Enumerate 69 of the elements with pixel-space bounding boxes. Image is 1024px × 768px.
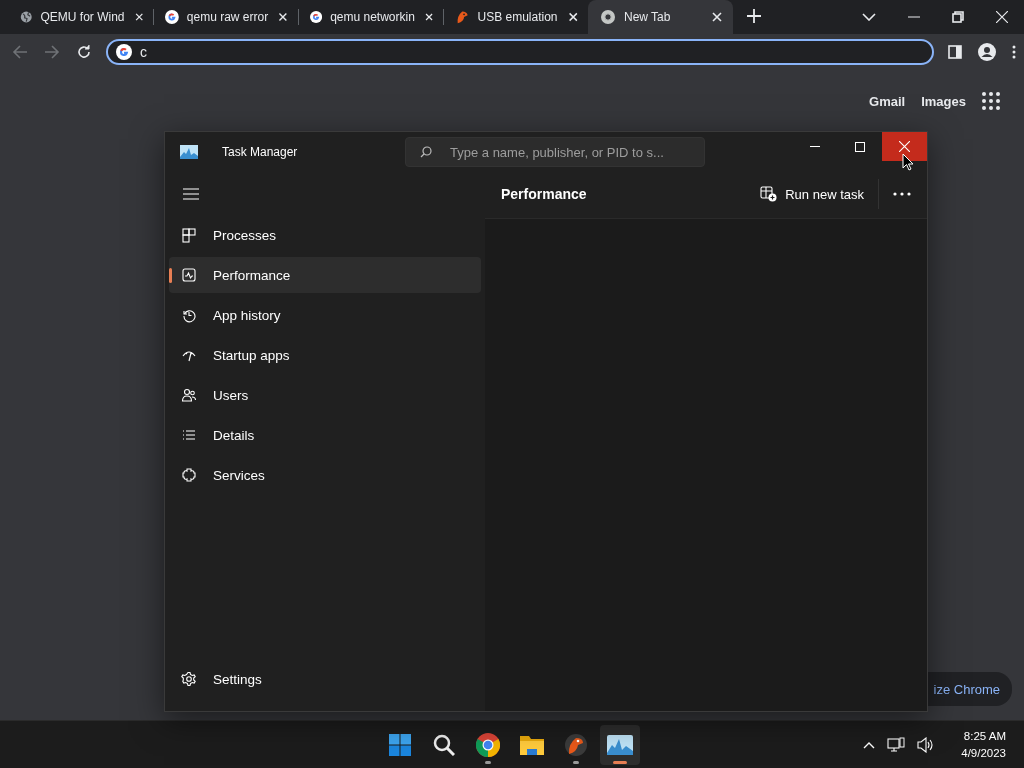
chrome-icon <box>476 732 500 757</box>
browser-tab[interactable]: USB emulation <box>443 0 588 34</box>
tab-title: qemu networkin <box>330 10 415 24</box>
tab-title: qemu raw error <box>186 10 269 24</box>
nav-item[interactable]: Performance <box>169 257 481 293</box>
nav-item[interactable]: Startup apps <box>169 337 481 373</box>
more-vertical-icon[interactable] <box>1012 45 1016 59</box>
volume-icon[interactable] <box>917 736 936 753</box>
new-tab-icon[interactable] <box>747 8 761 23</box>
nav-item[interactable]: Services <box>169 457 481 493</box>
reload-icon[interactable] <box>76 44 92 60</box>
maximize-icon[interactable] <box>854 141 865 152</box>
forward-icon[interactable] <box>44 44 60 60</box>
browser-tab[interactable]: New Tab <box>588 0 733 34</box>
list-icon <box>181 427 197 443</box>
search-icon <box>433 733 455 756</box>
header-link[interactable]: Gmail <box>869 93 906 109</box>
close-icon[interactable] <box>996 11 1008 23</box>
start-icon <box>389 733 411 756</box>
nav-item[interactable]: Processes <box>169 217 481 253</box>
taskbar-task-manager-button[interactable] <box>600 724 640 765</box>
close-icon <box>899 141 910 152</box>
settings-item[interactable]: Settings <box>169 661 481 697</box>
settings-icon <box>181 671 197 687</box>
close-button[interactable] <box>882 132 927 161</box>
search-field[interactable]: Type a name, publisher, or PID to s... <box>405 137 705 167</box>
search-icon <box>420 146 432 158</box>
side-panel-icon[interactable] <box>948 45 962 59</box>
processes-icon <box>181 227 197 243</box>
more-icon[interactable] <box>893 192 911 196</box>
task-manager-icon <box>607 734 633 755</box>
restore-icon[interactable] <box>952 11 964 23</box>
google-icon <box>310 9 323 25</box>
header-link[interactable]: Images <box>921 93 966 109</box>
apps-grid-icon[interactable] <box>982 92 1000 110</box>
browser-tab[interactable]: QEMU for Wind <box>8 0 153 34</box>
nav-item[interactable]: App history <box>169 297 481 333</box>
bird-icon <box>564 732 588 757</box>
browser-tab[interactable]: qemu raw error <box>153 0 298 34</box>
tab-title: QEMU for Wind <box>40 10 125 24</box>
run-new-task-button[interactable]: Run new task <box>754 182 870 206</box>
browser-tab[interactable]: qemu networkin <box>298 0 443 34</box>
network-icon[interactable] <box>887 736 906 753</box>
cursor-icon <box>902 153 914 171</box>
tab-title: New Tab <box>624 10 672 24</box>
bird-icon <box>455 9 470 25</box>
users-icon <box>181 387 197 403</box>
google-icon <box>116 44 132 60</box>
menu-icon[interactable] <box>183 188 199 200</box>
page-title: Performance <box>501 186 588 202</box>
customize-button[interactable]: ize Chrome <box>925 672 1012 706</box>
profile-icon[interactable] <box>978 43 996 61</box>
chrome-icon <box>600 9 616 25</box>
google-icon <box>165 9 179 25</box>
window-title: Task Manager <box>222 145 298 159</box>
chevron-down-icon[interactable] <box>862 13 876 21</box>
nav-item[interactable]: Users <box>169 377 481 413</box>
history-icon <box>181 307 197 323</box>
address-bar[interactable]: c <box>106 39 934 65</box>
app-icon <box>180 145 198 159</box>
clock[interactable]: 8:25 AM 4/9/2023 <box>961 727 1006 762</box>
nav-item[interactable]: Details <box>169 417 481 453</box>
back-icon[interactable] <box>12 44 28 60</box>
performance-icon <box>181 267 197 283</box>
tab-title: USB emulation <box>477 10 558 24</box>
folder-icon <box>519 733 545 756</box>
chevron-up-icon[interactable] <box>863 740 876 749</box>
add-window-icon <box>760 186 778 202</box>
globe-icon <box>20 9 33 25</box>
